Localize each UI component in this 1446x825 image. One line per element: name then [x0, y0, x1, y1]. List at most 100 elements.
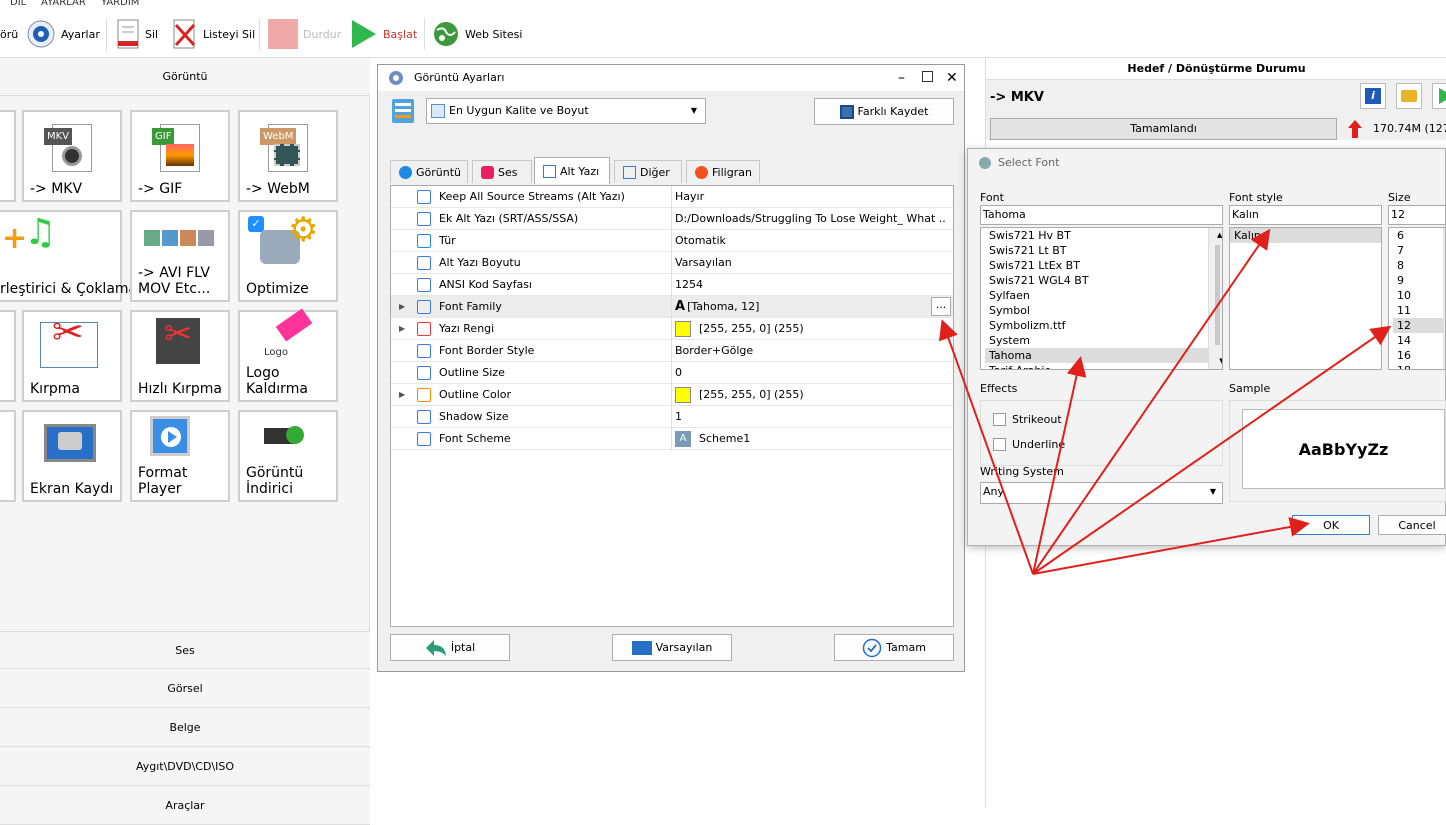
property-row[interactable]: Font Scheme A Scheme1 [391, 428, 953, 450]
property-value[interactable]: D:/Downloads/Struggling To Lose Weight_ … [675, 208, 945, 230]
stop-button[interactable]: Durdur [268, 16, 341, 52]
property-value[interactable]: Hayır [675, 186, 945, 208]
tab-other[interactable]: Diğer [614, 160, 682, 183]
font-ok-button[interactable]: OK [1292, 515, 1370, 535]
play-output-button[interactable] [1432, 83, 1446, 109]
property-row[interactable]: Tür Otomatik [391, 230, 953, 252]
preset-dropdown[interactable]: En Uygun Kalite ve Boyut ▼ [426, 98, 706, 124]
tile-format-player[interactable]: Format Player [130, 410, 230, 502]
menu-item-yardim[interactable]: YARDIM [101, 0, 139, 8]
font-size-input[interactable]: 12 [1388, 205, 1446, 225]
tile-to-avi-flv-mov[interactable]: -> AVI FLV MOV Etc... [130, 210, 230, 302]
font-style-input[interactable]: Kalın [1229, 205, 1382, 225]
property-row[interactable]: Font Border Style Border+Gölge [391, 340, 953, 362]
delete-button[interactable]: Sil [116, 16, 158, 52]
font-ellipsis-button[interactable]: ... [931, 297, 951, 316]
list-item[interactable]: 11 [1393, 303, 1445, 318]
property-row[interactable]: Keep All Source Streams (Alt Yazı) Hayır [391, 186, 953, 208]
expand-arrow-icon[interactable]: ▶ [399, 318, 405, 340]
info-button[interactable]: i [1360, 83, 1386, 109]
list-item[interactable]: System [985, 333, 1222, 348]
tile-to-mkv[interactable]: MKV -> MKV [22, 110, 122, 202]
toolbar-partial-button[interactable]: örü [0, 16, 18, 52]
list-item[interactable]: Swis721 Lt BT [985, 243, 1222, 258]
tile-partial[interactable] [0, 110, 16, 202]
list-item[interactable]: Swis721 LtEx BT [985, 258, 1222, 273]
property-value[interactable]: Border+Gölge [675, 340, 945, 362]
font-list[interactable]: Swis721 Hv BT Swis721 Lt BT Swis721 LtEx B… [980, 227, 1223, 370]
list-item[interactable]: 6 [1393, 228, 1445, 243]
property-value[interactable]: [255, 255, 0] (255) [675, 384, 945, 406]
property-row[interactable]: ▶ Font Family A [Tahoma, 12]... [391, 296, 953, 318]
font-name-input[interactable]: Tahoma [980, 205, 1223, 225]
category-header-device[interactable]: Aygıt\DVD\CD\ISO [0, 748, 370, 786]
defaults-button[interactable]: Varsayılan [612, 634, 732, 661]
list-item[interactable]: 12 [1393, 318, 1445, 333]
list-item[interactable]: Symbol [985, 303, 1222, 318]
tile-video-downloader[interactable]: Görüntü İndirici [238, 410, 338, 502]
category-header-document[interactable]: Belge [0, 709, 370, 747]
start-button[interactable]: Başlat [350, 16, 417, 52]
expand-arrow-icon[interactable]: ▶ [399, 384, 405, 406]
property-value[interactable]: [255, 255, 0] (255) [675, 318, 945, 340]
list-item[interactable]: Tahoma [985, 348, 1222, 363]
tab-audio[interactable]: Ses [472, 160, 532, 183]
close-button[interactable]: ✕ [946, 65, 958, 91]
property-row[interactable]: ▶ Outline Color [255, 255, 0] (255) [391, 384, 953, 406]
tile-quick-crop[interactable]: ✂ Hızlı Kırpma [130, 310, 230, 402]
list-item[interactable]: Symbolizm.ttf [985, 318, 1222, 333]
settings-button[interactable]: Ayarlar [26, 16, 100, 52]
clear-list-button[interactable]: Listeyi Sil [172, 16, 255, 52]
website-button[interactable]: Web Sitesi [432, 16, 522, 52]
minimize-button[interactable]: – [898, 65, 905, 91]
save-as-button[interactable]: Farklı Kaydet [814, 98, 954, 125]
list-item[interactable]: 9 [1393, 273, 1445, 288]
tile-crop[interactable]: ✂ Kırpma [22, 310, 122, 402]
tile-to-gif[interactable]: GIF -> GIF [130, 110, 230, 202]
property-row[interactable]: ▶ Yazı Rengi [255, 255, 0] (255) [391, 318, 953, 340]
tile-partial[interactable] [0, 310, 16, 402]
list-item[interactable]: 18 [1393, 363, 1445, 369]
open-folder-button[interactable] [1396, 83, 1422, 109]
property-value[interactable]: Otomatik [675, 230, 945, 252]
ok-button[interactable]: Tamam [834, 634, 954, 661]
tab-video[interactable]: Görüntü [390, 160, 468, 183]
tile-screen-record[interactable]: Ekran Kaydı [22, 410, 122, 502]
tile-partial[interactable] [0, 410, 16, 502]
tile-to-webm[interactable]: WebM -> WebM [238, 110, 338, 202]
font-size-list[interactable]: 6789101112141618 [1388, 227, 1446, 370]
tab-watermark[interactable]: Filigran [686, 160, 760, 183]
tile-logo-removal[interactable]: Logo Logo Kaldırma [238, 308, 338, 402]
property-value[interactable]: A Scheme1 [675, 428, 945, 450]
task-row[interactable]: -> MKV i Tamamlandı 170.74M (127 [986, 80, 1446, 140]
property-row[interactable]: Ek Alt Yazı (SRT/ASS/SSA) D:/Downloads/St… [391, 208, 953, 230]
font-style-list[interactable]: Kalın [1229, 227, 1382, 370]
list-item[interactable]: Swis721 WGL4 BT [985, 273, 1222, 288]
property-value[interactable]: 1 [675, 406, 945, 428]
cancel-button[interactable]: İptal [390, 634, 510, 661]
list-item[interactable]: Sylfaen [985, 288, 1222, 303]
strikeout-checkbox[interactable]: Strikeout [993, 413, 1062, 426]
property-row[interactable]: Outline Size 0 [391, 362, 953, 384]
property-row[interactable]: Alt Yazı Boyutu Varsayılan [391, 252, 953, 274]
category-header-audio[interactable]: Ses [0, 631, 370, 669]
list-item[interactable]: Swis721 Hv BT [985, 228, 1222, 243]
list-item[interactable]: Tarif Arabic [985, 363, 1222, 369]
list-item[interactable]: 14 [1393, 333, 1445, 348]
property-value[interactable]: 1254 [675, 274, 945, 296]
category-header-video[interactable]: Görüntü [0, 58, 370, 96]
tile-optimize[interactable]: ✓ ⚙ Optimize [238, 210, 338, 302]
font-list-scrollbar[interactable]: ▲▼ [1208, 228, 1222, 369]
property-value[interactable]: A [Tahoma, 12] [675, 296, 945, 318]
list-item[interactable]: 7 [1393, 243, 1445, 258]
list-item[interactable]: 16 [1393, 348, 1445, 363]
menu-item-dil[interactable]: DİL [10, 0, 26, 8]
tile-merger-muxer[interactable]: + ♫ rleştirici & Çoklama [0, 210, 137, 302]
expand-arrow-icon[interactable]: ▶ [399, 296, 405, 318]
property-value[interactable]: Varsayılan [675, 252, 945, 274]
list-item[interactable]: 8 [1393, 258, 1445, 273]
list-item[interactable]: 10 [1393, 288, 1445, 303]
property-value[interactable]: 0 [675, 362, 945, 384]
category-header-tools[interactable]: Araçlar [0, 787, 370, 825]
property-row[interactable]: ANSI Kod Sayfası 1254 [391, 274, 953, 296]
